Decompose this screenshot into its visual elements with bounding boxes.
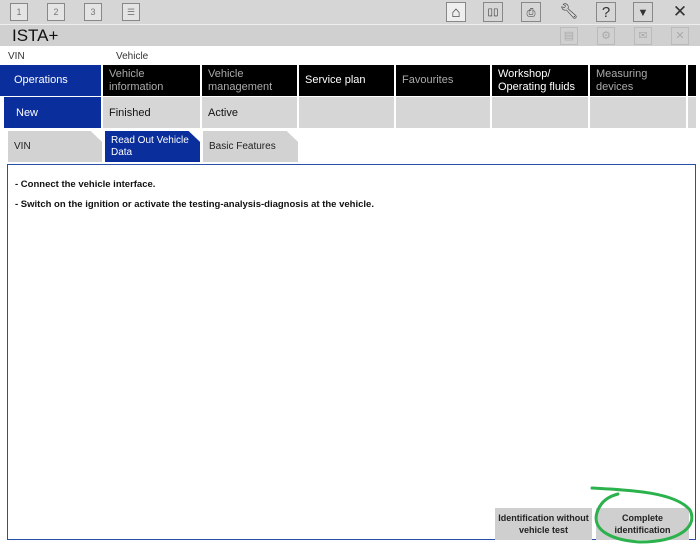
mail-icon[interactable]: ✉ bbox=[634, 27, 652, 45]
subnav-empty bbox=[299, 97, 394, 128]
close-icon[interactable]: ✕ bbox=[670, 2, 690, 22]
workspace-3-button[interactable]: 3 bbox=[84, 3, 102, 21]
list-icon[interactable]: ☰ bbox=[122, 3, 140, 21]
workspace-2-button[interactable]: 2 bbox=[47, 3, 65, 21]
gear-icon[interactable]: ⚙ bbox=[597, 27, 615, 45]
subnav-new[interactable]: New bbox=[4, 97, 101, 128]
close-panel-icon[interactable]: ✕ bbox=[671, 27, 689, 45]
document-icon[interactable]: ▤ bbox=[560, 27, 578, 45]
tab-read-out-vehicle-data[interactable]: Read Out Vehicle Data bbox=[105, 131, 200, 162]
subnav-finished[interactable]: Finished bbox=[103, 97, 200, 128]
identification-without-test-button[interactable]: Identification without vehicle test bbox=[495, 508, 592, 540]
cards-icon[interactable]: ▯▯ bbox=[483, 2, 503, 22]
toolbar: 1 2 3 ☰ ⌂ ▯▯ ⎙ 🔧︎ ? ▼ ✕ bbox=[0, 0, 700, 24]
subnav-empty bbox=[396, 97, 490, 128]
nav-favourites[interactable]: Favourites bbox=[396, 65, 490, 96]
annotation-circle bbox=[590, 486, 694, 544]
nav-vehicle-information[interactable]: Vehicle information bbox=[103, 65, 200, 96]
nav-workshop-fluids[interactable]: Workshop/ Operating fluids bbox=[492, 65, 588, 96]
title-bar: ▤ ⚙ ✉ ✕ bbox=[0, 24, 700, 46]
minimize-icon[interactable]: ▼ bbox=[633, 2, 653, 22]
subnav-empty bbox=[688, 97, 696, 128]
vehicle-label: Vehicle bbox=[116, 51, 149, 62]
wrench-icon[interactable]: 🔧︎ bbox=[559, 2, 579, 22]
print-icon[interactable]: ⎙ bbox=[521, 2, 541, 22]
workspace-1-button[interactable]: 1 bbox=[10, 3, 28, 21]
nav-measuring-devices[interactable]: Measuring devices bbox=[590, 65, 686, 96]
help-icon[interactable]: ? bbox=[596, 2, 616, 22]
nav-vehicle-management[interactable]: Vehicle management bbox=[202, 65, 297, 96]
subnav-empty bbox=[492, 97, 588, 128]
instruction-2: - Switch on the ignition or activate the… bbox=[15, 199, 374, 210]
subnav-empty bbox=[590, 97, 686, 128]
app-title: ISTA+ bbox=[12, 26, 59, 45]
nav-overflow bbox=[688, 65, 696, 96]
tab-basic-features[interactable]: Basic Features bbox=[203, 131, 298, 162]
instruction-1: - Connect the vehicle interface. bbox=[15, 179, 156, 190]
nav-service-plan[interactable]: Service plan bbox=[299, 65, 394, 96]
home-icon[interactable]: ⌂ bbox=[446, 2, 466, 22]
nav-operations[interactable]: Operations bbox=[0, 65, 101, 96]
tab-vin[interactable]: VIN bbox=[8, 131, 102, 162]
subnav-active[interactable]: Active bbox=[202, 97, 297, 128]
vin-label: VIN bbox=[8, 51, 25, 62]
